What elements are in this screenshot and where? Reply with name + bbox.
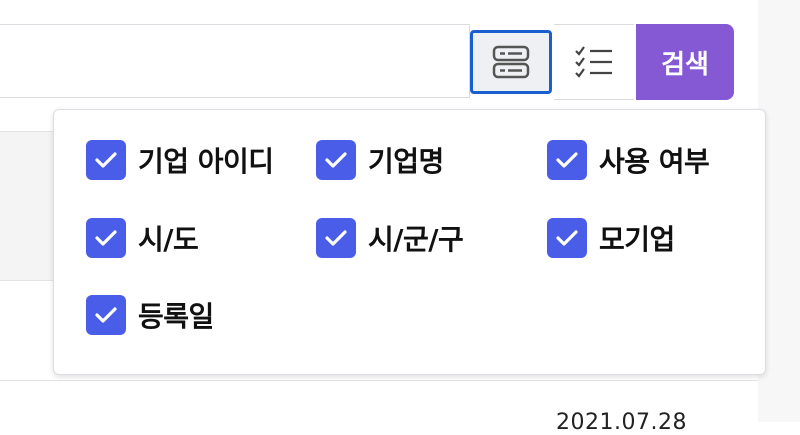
checkbox[interactable]: [86, 140, 126, 180]
column-option[interactable]: 등록일: [86, 295, 214, 335]
column-option[interactable]: 기업명: [316, 140, 444, 180]
column-option[interactable]: 모기업: [547, 218, 675, 258]
check-icon: [95, 152, 117, 168]
option-label: 시/도: [138, 223, 199, 256]
view-toggle-button[interactable]: [470, 30, 552, 94]
check-icon: [556, 230, 578, 246]
checkbox[interactable]: [86, 218, 126, 258]
table-cell-date: 2021.07.28: [556, 410, 687, 435]
check-icon: [95, 230, 117, 246]
search-button[interactable]: 검색: [636, 24, 734, 100]
column-settings-button[interactable]: [554, 24, 634, 100]
option-label: 등록일: [138, 300, 214, 333]
column-visibility-menu: 기업 아이디 기업명 사용 여부 시/도 시/군/구 모기업 등록일: [53, 109, 766, 375]
checkbox[interactable]: [316, 218, 356, 258]
column-option[interactable]: 사용 여부: [547, 140, 710, 180]
column-option[interactable]: 기업 아이디: [86, 140, 274, 180]
checkbox[interactable]: [547, 218, 587, 258]
column-option[interactable]: 시/군/구: [316, 218, 464, 258]
checklist-icon: [575, 46, 612, 78]
check-icon: [95, 307, 117, 323]
check-icon: [325, 230, 347, 246]
server-list-icon: [492, 45, 530, 79]
check-icon: [325, 152, 347, 168]
checkbox[interactable]: [316, 140, 356, 180]
option-label: 기업명: [368, 145, 444, 178]
check-icon: [556, 152, 578, 168]
checkbox[interactable]: [86, 295, 126, 335]
column-option[interactable]: 시/도: [86, 218, 199, 258]
option-label: 기업 아이디: [138, 145, 274, 178]
option-label: 시/군/구: [368, 223, 464, 256]
option-label: 사용 여부: [599, 145, 710, 178]
option-label: 모기업: [599, 223, 675, 256]
checkbox[interactable]: [547, 140, 587, 180]
search-input[interactable]: [0, 24, 470, 98]
divider: [0, 380, 758, 381]
